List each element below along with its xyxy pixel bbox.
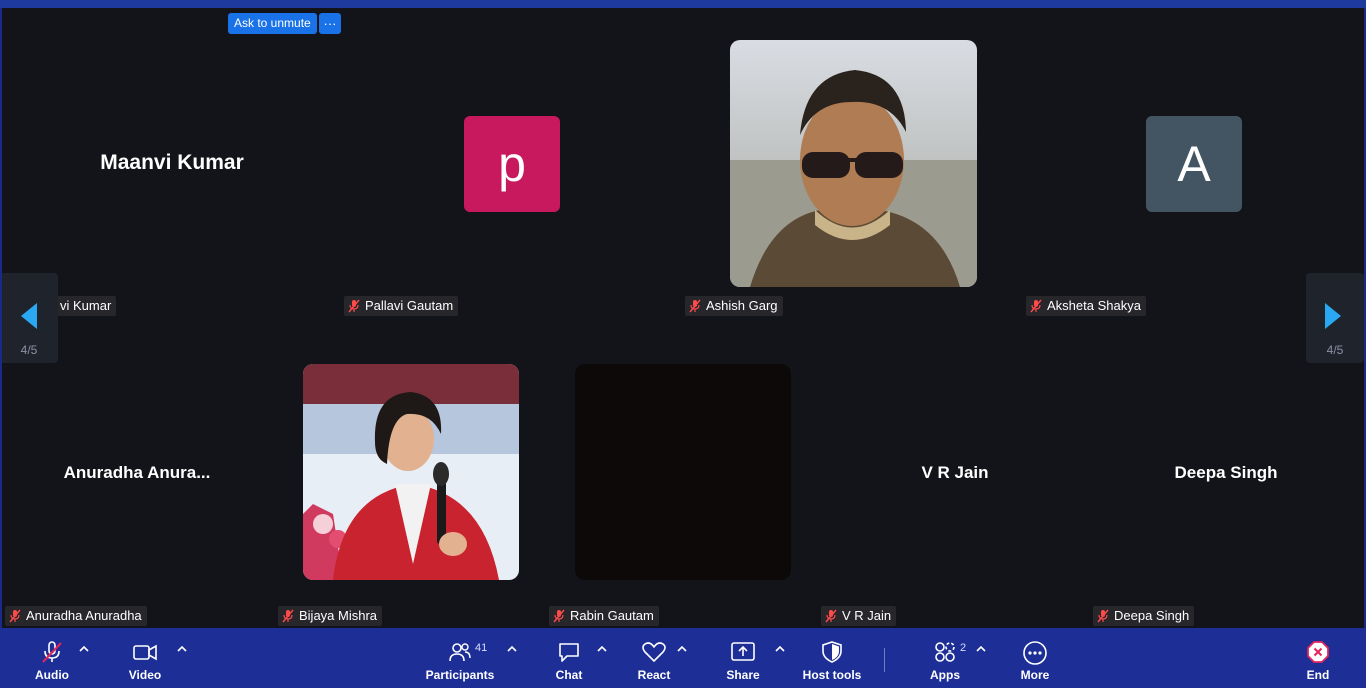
participants-icon [449, 643, 471, 662]
participant-name-tag: Bijaya Mishra [278, 606, 383, 626]
arrow-left-icon [21, 303, 37, 329]
mic-muted-icon [42, 641, 62, 663]
end-label: End [1306, 668, 1330, 682]
more-label: More [1020, 668, 1050, 682]
participant-name-tag: Ashish Garg [685, 296, 783, 316]
end-close-icon [1307, 641, 1329, 663]
participants-options-caret-icon[interactable] [506, 644, 518, 654]
share-options-caret-icon[interactable] [774, 644, 786, 654]
mic-muted-icon [1030, 299, 1042, 313]
participant-name-label: Pallavi Gautam [365, 298, 454, 313]
video-label: Video [128, 668, 162, 682]
apps-button[interactable]: 2 Apps [920, 628, 970, 688]
participant-name-tag: Rabin Gautam [549, 606, 659, 626]
apps-label: Apps [930, 668, 960, 682]
arrow-right-icon [1325, 303, 1341, 329]
mic-muted-icon [689, 299, 701, 313]
participant-name-tag: V R Jain [821, 606, 897, 626]
participant-name-tag: Deepa Singh [1093, 606, 1195, 626]
apps-options-caret-icon[interactable] [975, 644, 987, 654]
participant-name-tag: Aksheta Shakya [1026, 296, 1146, 316]
toolbar-divider [884, 648, 885, 672]
host-tools-label: Host tools [802, 668, 862, 682]
mic-muted-icon [282, 609, 294, 623]
more-ellipsis-icon [1023, 641, 1047, 665]
participant-video-photo [303, 364, 519, 580]
apps-count: 2 [960, 642, 967, 654]
participant-name-tag: Anuradha Anuradha [5, 606, 147, 626]
chat-options-caret-icon[interactable] [596, 644, 608, 654]
participant-name-label: Anuradha Anuradha [26, 608, 142, 623]
audio-button[interactable]: Audio [24, 628, 80, 688]
more-button[interactable]: More [1010, 628, 1060, 688]
participant-display-name: Deepa Singh [1174, 463, 1278, 482]
end-meeting-button[interactable]: End [1296, 628, 1340, 688]
mic-muted-icon [825, 609, 837, 623]
participant-video-photo [730, 40, 977, 287]
mic-muted-icon [553, 609, 565, 623]
react-button[interactable]: React [628, 628, 680, 688]
chat-bubble-icon [559, 643, 579, 662]
tile-more-options-button[interactable]: ··· [319, 13, 341, 34]
apps-icon [935, 642, 955, 662]
participants-label: Participants [425, 668, 495, 682]
participant-name-label: vi Kumar [60, 298, 112, 313]
video-button[interactable]: Video [117, 628, 173, 688]
participant-name-label: Deepa Singh [1114, 608, 1190, 623]
heart-icon [642, 642, 666, 662]
participant-name-tag: Pallavi Gautam [344, 296, 459, 316]
participant-name-label: Aksheta Shakya [1047, 298, 1141, 313]
participant-display-name: Maanvi Kumar [100, 151, 244, 174]
mic-muted-icon [1097, 609, 1109, 623]
host-tools-button[interactable]: Host tools [800, 628, 864, 688]
video-gallery: Ask to unmute ··· Maanvi Kumar vi Kumar … [2, 8, 1364, 628]
mic-muted-icon [348, 299, 360, 313]
share-button[interactable]: Share [718, 628, 768, 688]
video-camera-icon [133, 644, 157, 661]
participant-name-label: V R Jain [842, 608, 892, 623]
participants-count: 41 [475, 642, 488, 654]
react-label: React [637, 668, 671, 682]
window-top-border [0, 0, 1366, 8]
participants-button[interactable]: 41 Participants [422, 628, 498, 688]
next-page-button[interactable]: 4/5 [1306, 273, 1364, 363]
page-indicator: 4/5 [1326, 343, 1344, 357]
shield-icon [822, 641, 842, 663]
page-indicator: 4/5 [20, 343, 38, 357]
ask-to-unmute-button[interactable]: Ask to unmute [228, 13, 317, 34]
participant-name-label: Ashish Garg [706, 298, 778, 313]
audio-label: Audio [35, 668, 69, 682]
share-screen-icon [731, 642, 755, 661]
react-options-caret-icon[interactable] [676, 644, 688, 654]
participant-name-label: Rabin Gautam [570, 608, 654, 623]
mic-muted-icon [9, 609, 21, 623]
participant-video-dark [575, 364, 791, 580]
participant-display-name: V R Jain [921, 463, 989, 482]
chat-label: Chat [555, 668, 583, 682]
chat-button[interactable]: Chat [545, 628, 593, 688]
audio-options-caret-icon[interactable] [78, 644, 90, 654]
avatar: A [1146, 116, 1242, 212]
participant-name-label: Bijaya Mishra [299, 608, 378, 623]
participant-display-name: Anuradha Anura... [63, 463, 211, 482]
video-options-caret-icon[interactable] [176, 644, 188, 654]
participant-name-tag: vi Kumar [57, 296, 117, 316]
previous-page-button[interactable]: 4/5 [2, 273, 58, 363]
meeting-toolbar: Audio Video 41 Participants Chat React S… [0, 628, 1366, 688]
share-label: Share [726, 668, 760, 682]
avatar: p [464, 116, 560, 212]
